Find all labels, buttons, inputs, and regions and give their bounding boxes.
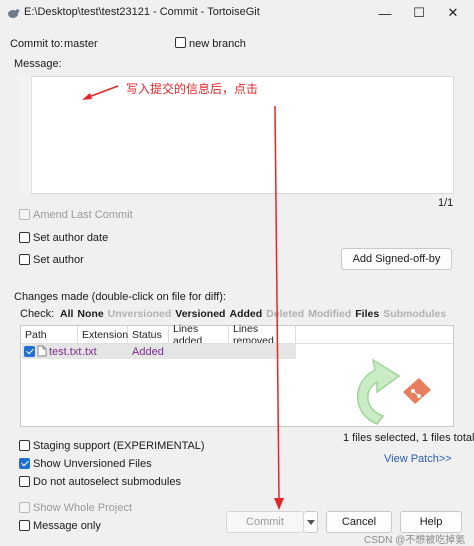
no-autoselect-submodules-label[interactable]: Do not autoselect submodules bbox=[33, 476, 181, 488]
branch-name: master bbox=[64, 38, 98, 50]
column-header-extension[interactable]: Extension bbox=[78, 326, 128, 343]
annotation-text: 写入提交的信息后，点击 bbox=[126, 82, 259, 96]
watermark: CSDN @不想被吃掉氪 bbox=[364, 535, 466, 546]
new-branch-label[interactable]: new branch bbox=[189, 38, 246, 50]
file-status: Added bbox=[132, 346, 164, 358]
staging-support-label[interactable]: Staging support (EXPERIMENTAL) bbox=[33, 440, 205, 452]
changed-files-list[interactable]: Path Extension Status Lines added Lines … bbox=[20, 323, 454, 427]
set-author-date-label[interactable]: Set author date bbox=[33, 232, 108, 244]
add-signed-off-by-button[interactable]: Add Signed-off-by bbox=[341, 248, 452, 270]
filter-files[interactable]: Files bbox=[355, 308, 379, 320]
commit-to-label: Commit to: bbox=[10, 38, 64, 50]
new-branch-checkbox[interactable] bbox=[175, 37, 186, 48]
show-whole-project-label: Show Whole Project bbox=[33, 502, 133, 514]
file-path: test.txt bbox=[49, 346, 82, 358]
maximize-button[interactable]: ☐ bbox=[402, 0, 436, 26]
file-row-checkbox[interactable] bbox=[24, 346, 35, 357]
maximize-icon: ☐ bbox=[413, 5, 425, 20]
column-header-lines-added[interactable]: Lines added bbox=[169, 323, 229, 347]
minimize-button[interactable]: — bbox=[368, 0, 402, 26]
set-author-date-checkbox[interactable] bbox=[19, 232, 30, 243]
filter-unversioned[interactable]: Unversioned bbox=[108, 308, 172, 320]
message-only-label[interactable]: Message only bbox=[33, 520, 101, 532]
message-only-checkbox[interactable] bbox=[19, 520, 30, 531]
tortoisegit-logo-icon bbox=[356, 358, 431, 425]
column-header-path[interactable]: Path bbox=[21, 326, 78, 343]
view-patch-link[interactable]: View Patch>> bbox=[384, 453, 452, 465]
help-button[interactable]: Help bbox=[400, 511, 462, 533]
changes-label: Changes made (double-click on file for d… bbox=[14, 291, 226, 303]
set-author-checkbox[interactable] bbox=[19, 254, 30, 265]
no-autoselect-submodules-checkbox[interactable] bbox=[19, 476, 30, 487]
check-filter-bar: All None Unversioned Versioned Added Del… bbox=[60, 308, 446, 320]
annotation-guide-arrow-icon bbox=[274, 105, 284, 510]
close-button[interactable]: ✕ bbox=[436, 0, 470, 26]
window-title: E:\Desktop\test\test23121 - Commit - Tor… bbox=[24, 6, 260, 18]
chevron-down-icon bbox=[306, 519, 315, 525]
filter-versioned[interactable]: Versioned bbox=[175, 308, 225, 320]
cancel-button[interactable]: Cancel bbox=[326, 511, 392, 533]
filter-all[interactable]: All bbox=[60, 308, 73, 320]
close-icon: ✕ bbox=[447, 5, 459, 20]
tortoisegit-app-icon bbox=[8, 9, 20, 18]
set-author-label[interactable]: Set author bbox=[33, 254, 84, 266]
message-label: Message: bbox=[14, 58, 62, 70]
commit-dropdown-button[interactable] bbox=[304, 511, 318, 533]
amend-last-commit-checkbox[interactable] bbox=[19, 209, 30, 220]
filter-none[interactable]: None bbox=[77, 308, 103, 320]
show-whole-project-checkbox[interactable] bbox=[19, 502, 30, 513]
column-header-status[interactable]: Status bbox=[128, 326, 169, 343]
message-position: 1/1 bbox=[438, 197, 454, 209]
filter-submodules[interactable]: Submodules bbox=[383, 308, 446, 320]
title-bar: E:\Desktop\test\test23121 - Commit - Tor… bbox=[0, 0, 474, 26]
annotation-arrow-icon bbox=[82, 85, 119, 100]
show-unversioned-checkbox[interactable] bbox=[19, 458, 30, 469]
amend-last-commit-label: Amend Last Commit bbox=[33, 209, 133, 221]
file-extension: .txt bbox=[82, 346, 97, 358]
message-gutter bbox=[18, 76, 32, 194]
text-file-icon bbox=[37, 345, 47, 357]
check-label: Check: bbox=[20, 308, 55, 320]
staging-support-checkbox[interactable] bbox=[19, 440, 30, 451]
files-summary: 1 files selected, 1 files total bbox=[343, 432, 474, 444]
show-unversioned-label[interactable]: Show Unversioned Files bbox=[33, 458, 152, 470]
filter-added[interactable]: Added bbox=[229, 308, 262, 320]
filter-modified[interactable]: Modified bbox=[308, 308, 351, 320]
commit-button[interactable]: Commit bbox=[226, 511, 304, 533]
minimize-icon: — bbox=[378, 5, 392, 21]
